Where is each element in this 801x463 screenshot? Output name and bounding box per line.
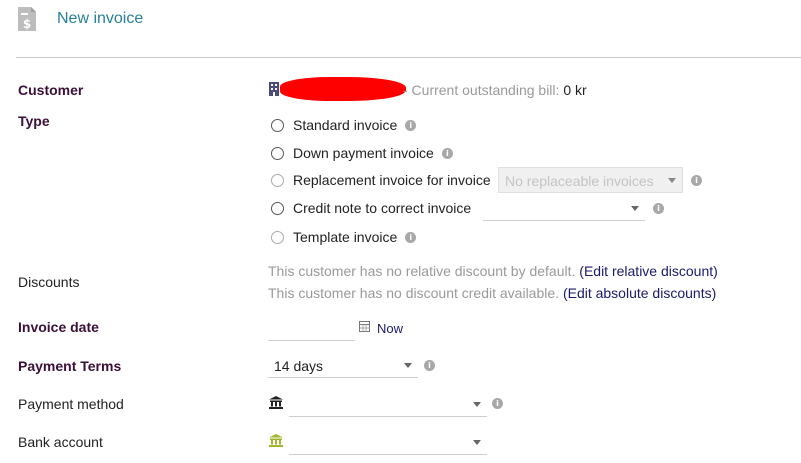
customer-label: Customer (18, 82, 84, 98)
page-title: New invoice (57, 10, 144, 27)
type-replacement-label[interactable]: Replacement invoice for invoice (293, 172, 491, 188)
type-credit-note-radio[interactable] (271, 201, 284, 215)
invoice-dollar-icon: $ (18, 7, 36, 31)
type-label: Type (18, 113, 50, 129)
type-replacement-option[interactable]: Replacement invoice for invoice (271, 169, 491, 191)
chevron-down-icon (404, 363, 412, 368)
payment-terms-value: 14 days (274, 358, 324, 374)
bank-account-icon (269, 434, 283, 447)
info-icon[interactable]: i (441, 147, 453, 159)
discounts-label: Discounts (18, 274, 80, 290)
invoice-date-input[interactable] (268, 318, 355, 341)
bank-account-label: Bank account (18, 434, 103, 450)
edit-absolute-discounts-link[interactable]: (Edit absolute discounts) (563, 285, 716, 301)
absolute-discount-row: This customer has no discount credit ava… (268, 285, 716, 301)
chevron-down-icon (631, 206, 639, 211)
type-standard-option[interactable]: Standard invoice i (271, 114, 417, 136)
building-icon (269, 82, 279, 96)
chevron-down-icon (668, 178, 676, 183)
payment-method-select[interactable] (289, 394, 487, 417)
info-icon[interactable]: i (405, 231, 417, 243)
payment-terms-label: Payment Terms (18, 358, 122, 374)
bank-account-select[interactable] (289, 432, 487, 455)
payment-method-label: Payment method (18, 396, 124, 412)
replacement-invoice-select-value: No replaceable invoices (505, 173, 654, 189)
type-credit-note-option[interactable]: Credit note to correct invoice (271, 197, 471, 219)
info-icon[interactable]: i (691, 175, 702, 186)
type-credit-note-label[interactable]: Credit note to correct invoice (293, 200, 471, 216)
customer-name-redacted[interactable] (280, 77, 406, 101)
type-down-payment-radio[interactable] (271, 146, 284, 160)
chevron-down-icon (473, 440, 481, 445)
payment-terms-select[interactable]: 14 days (268, 355, 418, 378)
bank-icon (269, 396, 283, 409)
outstanding-bill: - Current outstanding bill: 0 kr (403, 82, 587, 98)
now-link[interactable]: Now (377, 321, 403, 336)
outstanding-bill-value: 0 kr (563, 82, 587, 98)
type-template-label[interactable]: Template invoice (293, 229, 397, 245)
svg-text:$: $ (23, 17, 31, 31)
info-icon[interactable]: i (492, 398, 503, 409)
type-down-payment-option[interactable]: Down payment invoice i (271, 142, 453, 164)
calendar-icon[interactable] (359, 321, 370, 332)
relative-discount-text: This customer has no relative discount b… (268, 263, 576, 279)
type-replacement-radio[interactable] (271, 173, 284, 187)
relative-discount-row: This customer has no relative discount b… (268, 263, 718, 279)
header-divider (16, 57, 801, 58)
replacement-invoice-select[interactable]: No replaceable invoices (498, 167, 683, 193)
type-standard-radio[interactable] (271, 118, 284, 132)
type-standard-label[interactable]: Standard invoice (293, 117, 397, 133)
info-icon[interactable]: i (424, 360, 435, 371)
chevron-down-icon (473, 402, 481, 407)
type-template-option[interactable]: Template invoice i (271, 226, 417, 248)
invoice-date-label: Invoice date (18, 319, 99, 335)
type-template-radio[interactable] (271, 230, 284, 244)
type-down-payment-label[interactable]: Down payment invoice (293, 145, 434, 161)
outstanding-bill-label: - Current outstanding bill: (403, 82, 560, 98)
edit-relative-discount-link[interactable]: (Edit relative discount) (579, 263, 718, 279)
info-icon[interactable]: i (405, 119, 417, 131)
credit-note-invoice-select[interactable] (483, 198, 645, 221)
absolute-discount-text: This customer has no discount credit ava… (268, 285, 560, 301)
info-icon[interactable]: i (653, 203, 664, 214)
